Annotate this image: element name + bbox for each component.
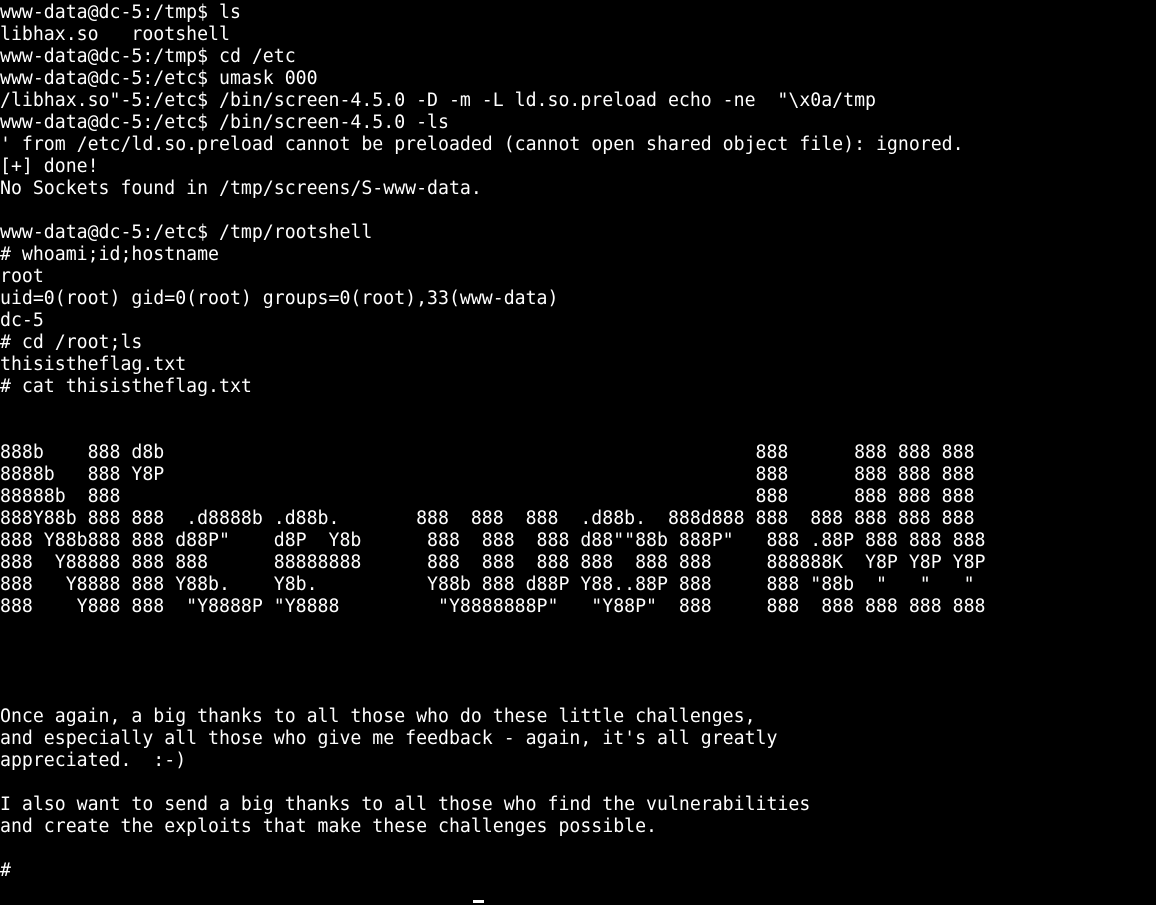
ascii-banner-line: 888 Y88888 888 888 88888888 888 888 888 … [0, 552, 986, 573]
mouse-cursor-icon [473, 900, 484, 903]
terminal-line: www-data@dc-5:/etc$ /bin/screen-4.5.0 -l… [0, 112, 449, 133]
terminal-line: No Sockets found in /tmp/screens/S-www-d… [0, 178, 482, 199]
terminal-line: # whoami;id;hostname [0, 244, 219, 265]
ascii-banner-line: 888 Y88b888 888 d88P" d8P Y8b 888 888 88… [0, 530, 986, 551]
terminal-line: www-data@dc-5:/etc$ umask 000 [0, 68, 318, 89]
ascii-banner-line: 88888b 888 888 888 888 888 [0, 486, 975, 507]
terminal-line: libhax.so rootshell [0, 24, 230, 45]
ascii-banner-line: 888b 888 d8b 888 888 888 888 [0, 442, 975, 463]
terminal-line: www-data@dc-5:/tmp$ ls [0, 2, 241, 23]
ascii-banner-line: 888 Y888 888 "Y8888P "Y8888 "Y8888888P" … [0, 596, 986, 617]
ascii-banner-line: 888Y88b 888 888 .d8888b .d88b. 888 888 8… [0, 508, 975, 529]
terminal-line: uid=0(root) gid=0(root) groups=0(root),3… [0, 288, 559, 309]
ascii-banner-line: 8888b 888 Y8P 888 888 888 888 [0, 464, 975, 485]
terminal-line: # cd /root;ls [0, 332, 143, 353]
flag-message-line: Once again, a big thanks to all those wh… [0, 706, 756, 727]
terminal-line: www-data@dc-5:/etc$ /tmp/rootshell [0, 222, 373, 243]
flag-message-line: appreciated. :-) [0, 750, 187, 771]
flag-message-line: and especially all those who give me fee… [0, 728, 778, 749]
terminal-line: [+] done! [0, 156, 99, 177]
shell-prompt[interactable]: # [0, 860, 1156, 882]
terminal-line: root [0, 266, 44, 287]
flag-message-line: I also want to send a big thanks to all … [0, 794, 811, 815]
flag-message-line: and create the exploits that make these … [0, 816, 657, 837]
terminal-line: /libhax.so"-5:/etc$ /bin/screen-4.5.0 -D… [0, 90, 876, 111]
terminal-line: ' from /etc/ld.so.preload cannot be prel… [0, 134, 964, 155]
terminal-line: thisistheflag.txt [0, 354, 187, 375]
terminal-window[interactable]: www-data@dc-5:/tmp$ ls libhax.so rootshe… [0, 2, 1156, 905]
terminal-line: # cat thisistheflag.txt [0, 376, 252, 397]
ascii-banner-line: 888 Y8888 888 Y88b. Y8b. Y88b 888 d88P Y… [0, 574, 975, 595]
terminal-line: dc-5 [0, 310, 44, 331]
terminal-line: www-data@dc-5:/tmp$ cd /etc [0, 46, 296, 67]
